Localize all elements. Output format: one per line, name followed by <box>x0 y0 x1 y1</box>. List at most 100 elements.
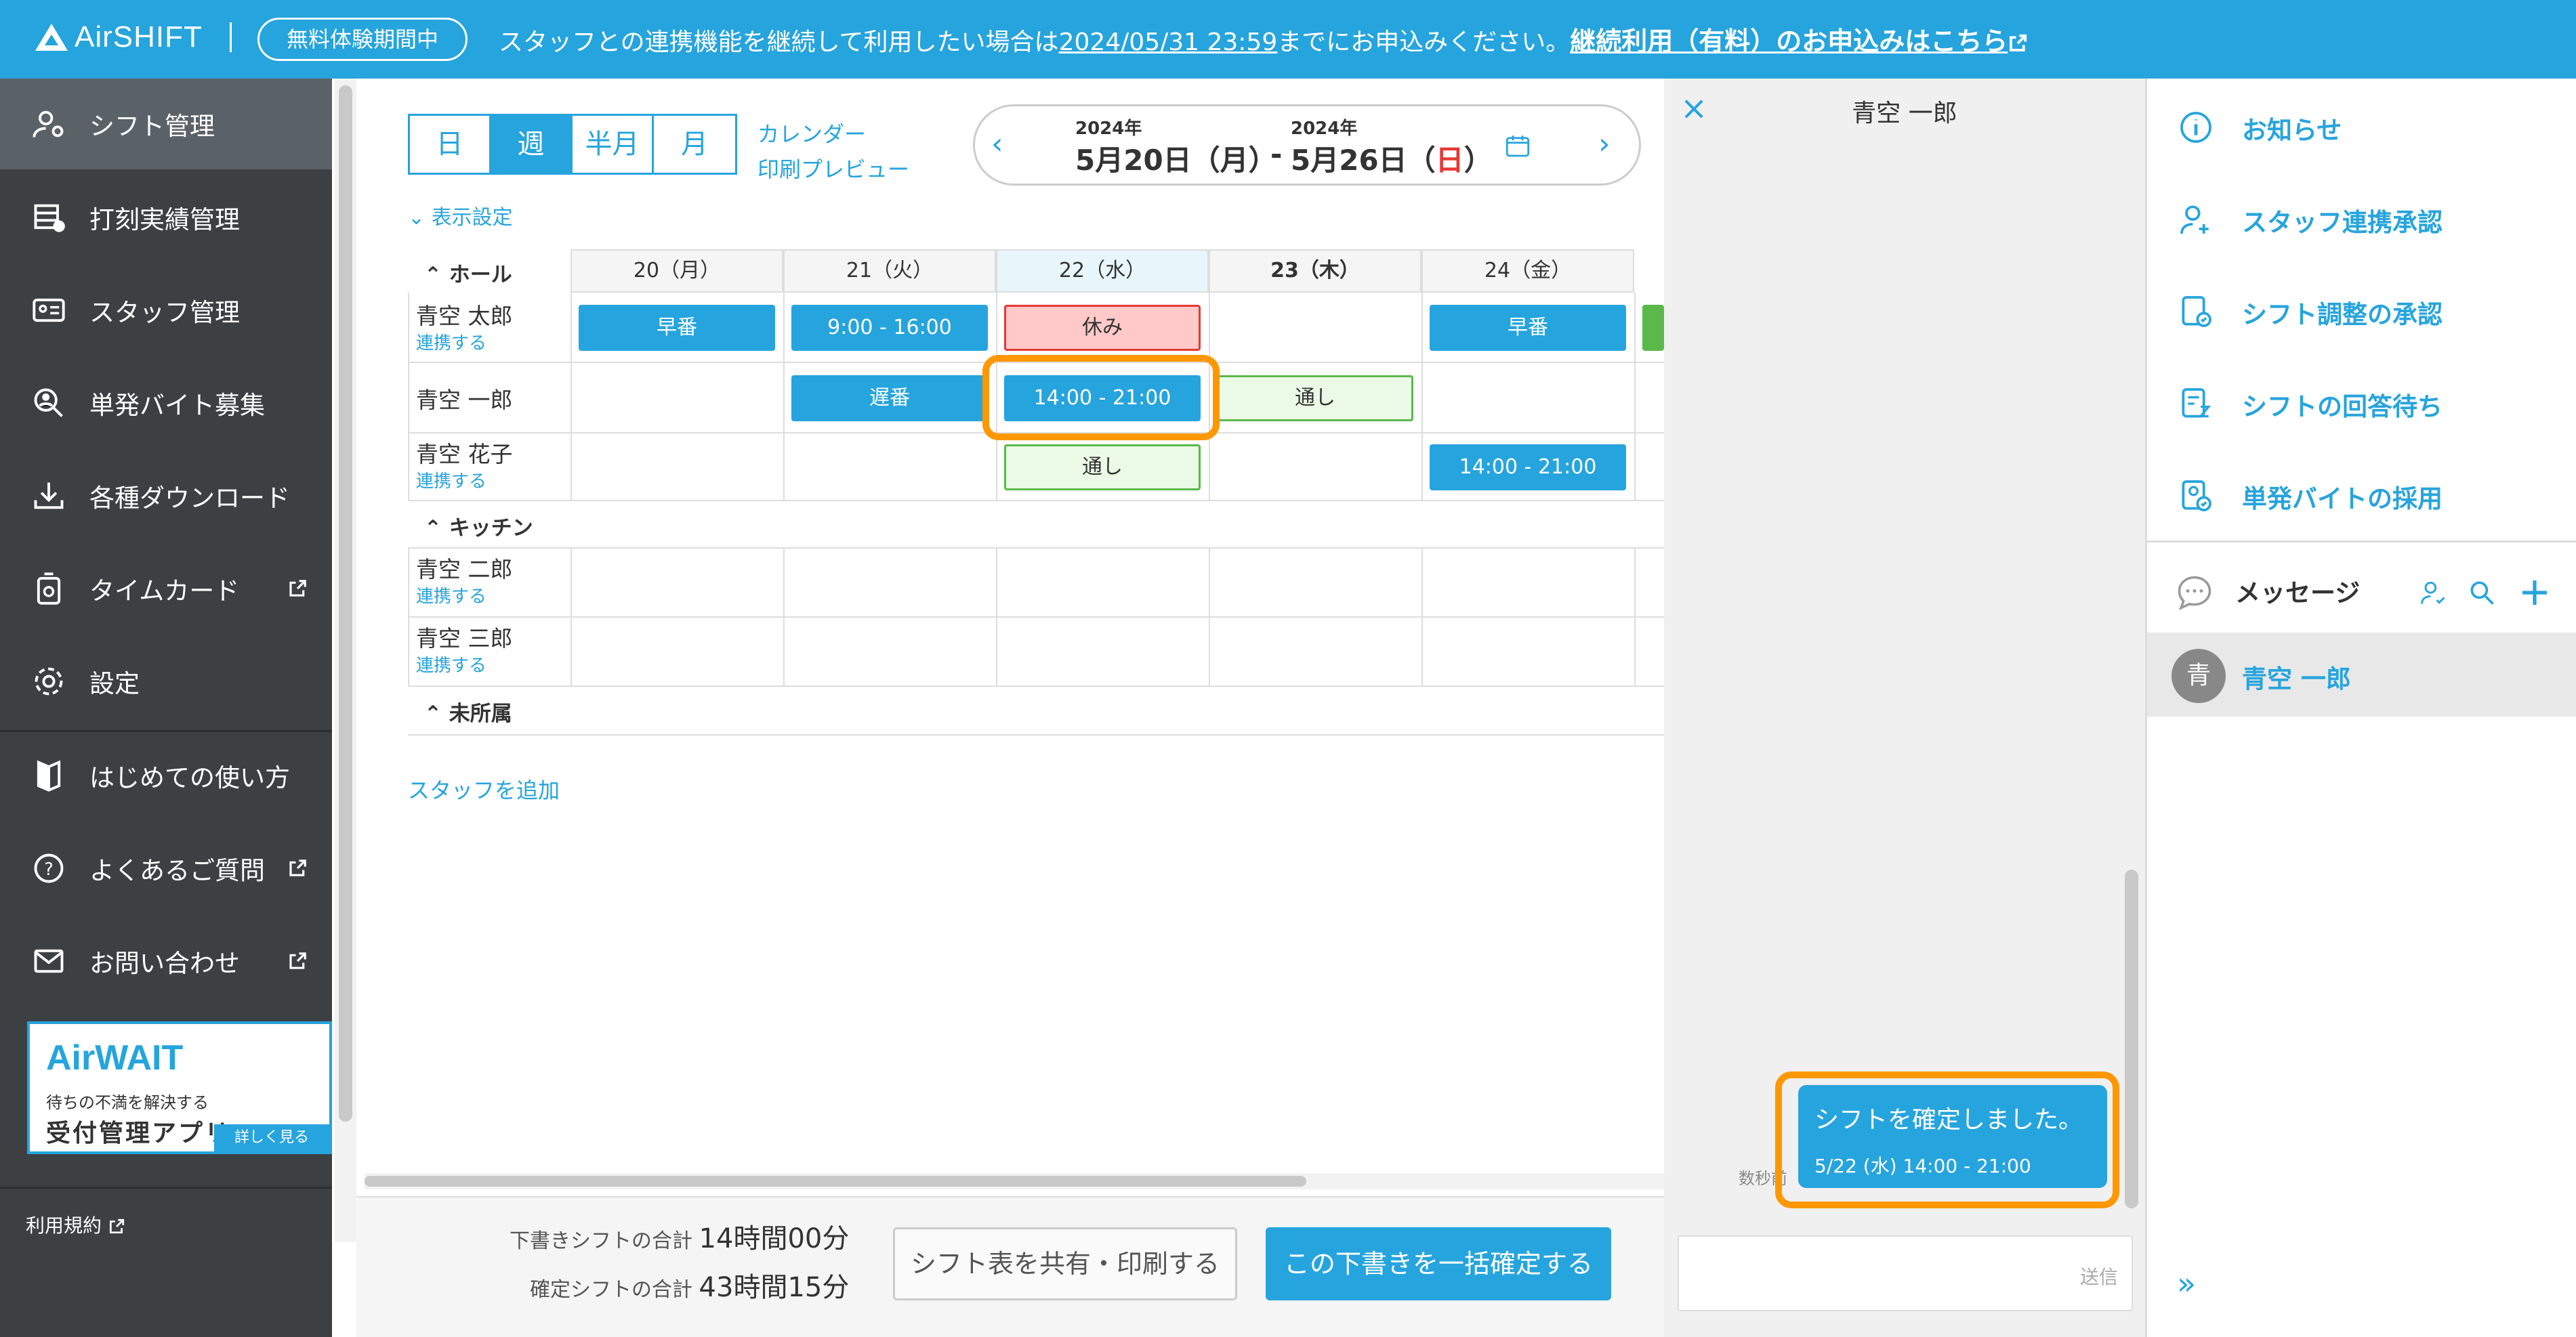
message-input[interactable]: 送信 <box>1678 1235 2133 1311</box>
calendar-link[interactable]: カレンダー <box>757 116 909 152</box>
sidebar-item-faq[interactable]: ? よくあるご質問 <box>0 823 332 914</box>
column-divider <box>570 549 572 687</box>
prev-week-icon[interactable]: ‹ <box>991 127 1003 161</box>
right-item-label: シフトの回答待ち <box>2242 392 2443 421</box>
staff-name: 青空 三郎 <box>416 625 513 652</box>
shift-chip[interactable]: 早番 <box>1430 305 1626 351</box>
shift-chip[interactable]: 遅番 <box>791 375 988 421</box>
send-button[interactable]: 送信 <box>2080 1262 2118 1290</box>
highlight-frame <box>982 355 1220 440</box>
sidebar-item-staff[interactable]: スタッフ管理 <box>0 265 332 356</box>
chevron-up-icon: ⌃ <box>424 263 449 287</box>
chat-contact-row[interactable]: 青 青空 一郎 <box>2147 633 2576 717</box>
trial-badge: 無料体験期間中 <box>257 18 468 61</box>
chat-scrollbar[interactable] <box>2125 870 2138 1208</box>
confirmed-total: 確定シフトの合計 43時間15分 <box>530 1265 849 1304</box>
airshift-logo[interactable]: AirSHIFT <box>35 20 232 54</box>
view-month-button[interactable]: 月 <box>654 116 735 173</box>
right-item-staff-approval[interactable]: スタッフ連携承認 <box>2147 171 2576 263</box>
timesheet-icon <box>30 198 68 236</box>
scrollbar-thumb[interactable] <box>365 1176 1306 1187</box>
sidebar-item-guide[interactable]: はじめての使い方 <box>0 730 332 821</box>
shift-chip-partial[interactable] <box>1642 305 1664 351</box>
right-item-awaiting[interactable]: シフトの回答待ち <box>2147 355 2576 447</box>
connect-link[interactable]: 連携する <box>416 652 486 677</box>
expand-panel-icon[interactable]: » <box>2177 1265 2196 1302</box>
staff-name: 青空 花子 <box>416 441 513 467</box>
download-icon <box>30 477 68 515</box>
add-staff-link[interactable]: スタッフを追加 <box>408 773 560 805</box>
sidebar-item-timesheet[interactable]: 打刻実績管理 <box>0 172 332 263</box>
horizontal-scrollbar[interactable] <box>365 1173 1664 1189</box>
shift-chip[interactable]: 早番 <box>579 305 775 351</box>
external-link-icon <box>289 952 306 969</box>
chevron-down-icon: ⌄ <box>408 206 432 230</box>
shift-chip-full[interactable]: 通し <box>1217 375 1413 421</box>
section-kitchen[interactable]: ⌃ キッチン <box>424 511 533 541</box>
contact-icon[interactable] <box>2418 578 2448 608</box>
sidebar-item-label: 打刻実績管理 <box>89 205 240 234</box>
shift-chip-off[interactable]: 休み <box>1004 305 1201 351</box>
person-add-icon <box>2180 205 2209 234</box>
avatar: 青 <box>2172 649 2226 703</box>
scrollbar-thumb[interactable] <box>339 85 352 1122</box>
shift-chip-full[interactable]: 通し <box>1004 444 1201 490</box>
search-icon[interactable] <box>2467 578 2497 608</box>
external-link-icon <box>109 1218 125 1234</box>
calendar-icon[interactable] <box>1503 132 1532 161</box>
next-week-icon[interactable]: › <box>1598 127 1611 161</box>
shift-chip[interactable]: 9:00 - 16:00 <box>791 305 988 351</box>
staff-name: 青空 一郎 <box>416 387 513 413</box>
end-date-prefix: 5月26日（ <box>1291 144 1436 177</box>
shift-chip[interactable]: 14:00 - 21:00 <box>1430 444 1626 490</box>
section-label: ホール <box>449 263 512 287</box>
view-day-button[interactable]: 日 <box>410 116 491 173</box>
add-icon[interactable] <box>2518 576 2551 609</box>
external-link-icon <box>2010 34 2027 51</box>
view-halfmonth-button[interactable]: 半月 <box>573 116 654 173</box>
ad-more-link[interactable]: 詳しく見る <box>214 1124 329 1151</box>
contact-name: 青空 一郎 <box>2242 664 2351 694</box>
sidebar-item-label: 各種ダウンロード <box>89 484 290 513</box>
terms-label: 利用規約 <box>26 1214 102 1237</box>
sidebar-scrollbar[interactable] <box>335 79 356 1242</box>
doc-wait-icon <box>2182 388 2211 418</box>
right-item-hiring[interactable]: 単発バイトの採用 <box>2147 447 2576 539</box>
view-week-button[interactable]: 週 <box>491 116 573 173</box>
sidebar-item-recruit[interactable]: 単発バイト募集 <box>0 358 332 448</box>
svg-text:?: ? <box>44 860 54 880</box>
sidebar-item-shift[interactable]: シフト管理 <box>0 79 332 169</box>
sidebar-item-timecard[interactable]: タイムカード <box>0 543 332 634</box>
display-settings-toggle[interactable]: ⌄ 表示設定 <box>408 200 513 230</box>
trial-notice: スタッフとの連携機能を継続して利用したい場合は2024/05/31 23:59ま… <box>499 20 2028 58</box>
confirm-all-button[interactable]: この下書きを一括確定する <box>1266 1227 1611 1300</box>
column-divider <box>570 293 572 501</box>
sidebar-item-label: スタッフ管理 <box>89 298 240 327</box>
section-hall[interactable]: ⌃ ホール <box>424 257 512 288</box>
connect-link[interactable]: 連携する <box>416 329 486 354</box>
share-print-button[interactable]: シフト表を共有・印刷する <box>893 1227 1237 1300</box>
terms-link[interactable]: 利用規約 <box>26 1211 125 1238</box>
day-header: 20（月） <box>570 249 783 293</box>
sidebar-item-contact[interactable]: お問い合わせ <box>0 916 332 1006</box>
notice-prefix: スタッフとの連携機能を継続して利用したい場合は <box>499 28 1059 56</box>
section-unassigned[interactable]: ⌃ 未所属 <box>424 696 512 727</box>
print-preview-link[interactable]: 印刷プレビュー <box>757 152 909 187</box>
connect-link[interactable]: 連携する <box>416 467 486 492</box>
external-link-icon <box>289 860 306 876</box>
sidebar: シフト管理 打刻実績管理 スタッフ管理 単発バイト募集 各種ダウンロード タイム… <box>0 79 332 1337</box>
doc-check-icon <box>2182 296 2211 327</box>
column-divider <box>1209 549 1210 687</box>
confirmed-total-value: 43時間15分 <box>699 1272 850 1303</box>
connect-link[interactable]: 連携する <box>416 582 486 608</box>
right-item-shift-adjust[interactable]: シフト調整の承認 <box>2147 263 2576 355</box>
start-year: 2024年 <box>1075 119 1142 139</box>
continue-signup-link[interactable]: 継続利用（有料）のお申込みはこちら <box>1570 26 2008 56</box>
airwait-ad-banner[interactable]: AirWAIT 待ちの不満を解決する 受付管理アプリ 詳しく見る <box>27 1021 332 1154</box>
sidebar-item-settings[interactable]: 設定 <box>0 636 332 727</box>
sidebar-item-download[interactable]: 各種ダウンロード <box>0 450 332 541</box>
right-item-news[interactable]: お知らせ <box>2147 79 2576 171</box>
logo-text: AirSHIFT <box>75 20 203 54</box>
view-switcher: 日 週 半月 月 <box>408 114 737 175</box>
right-item-label: 単発バイトの採用 <box>2242 484 2443 513</box>
